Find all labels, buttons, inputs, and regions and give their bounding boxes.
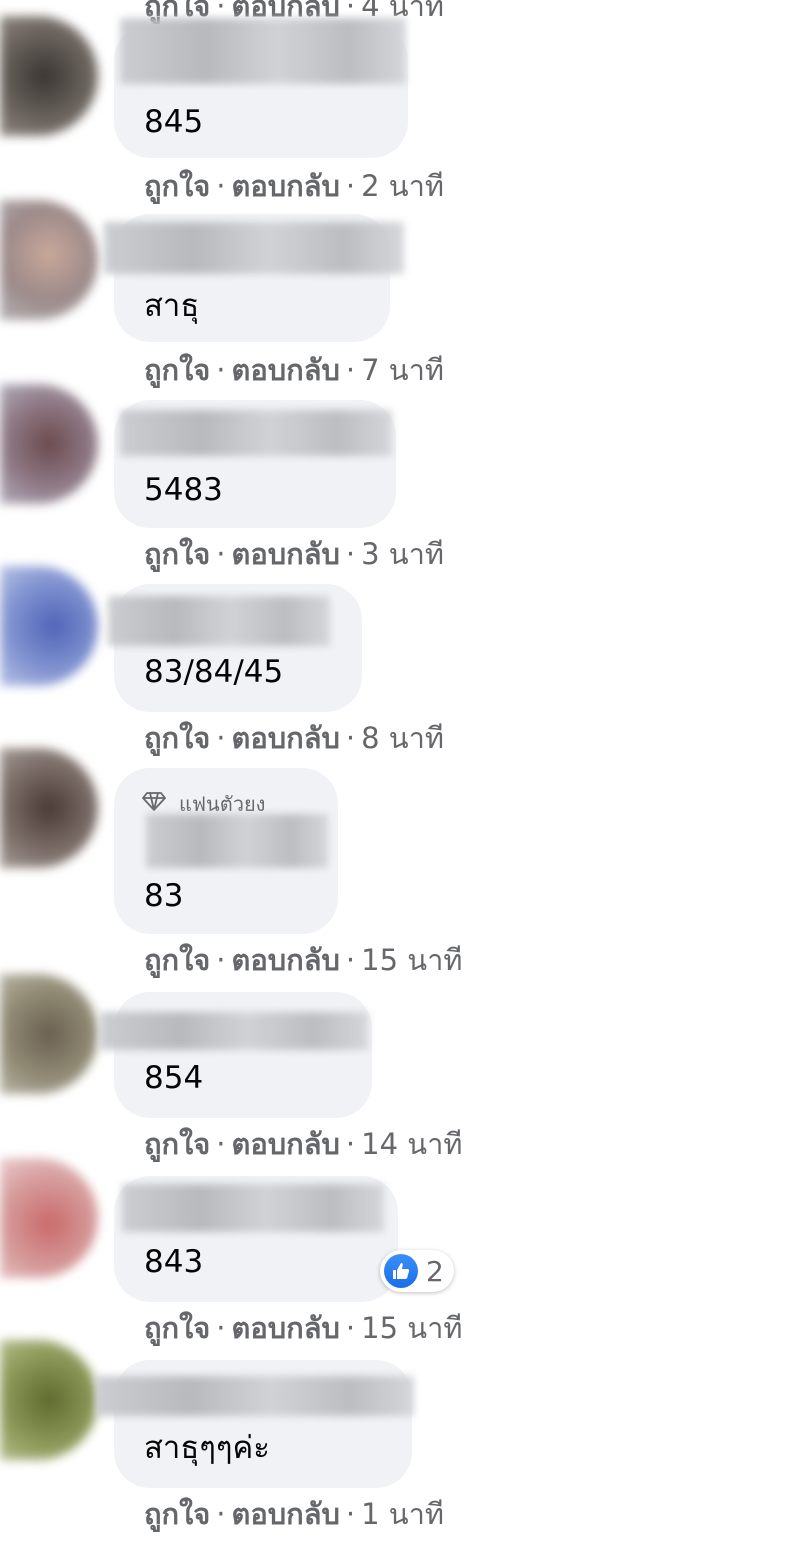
commenter-name[interactable] [122, 1184, 384, 1232]
comment-text: 83 [144, 878, 184, 914]
avatar[interactable] [0, 384, 98, 504]
comment-actions: ถูกใจ · ตอบกลับ · 15 นาที [144, 943, 463, 977]
timestamp[interactable]: 15 นาที [361, 1311, 462, 1345]
like-button[interactable]: ถูกใจ [144, 537, 210, 571]
comment-actions: ถูกใจ · ตอบกลับ · 3 นาที [144, 537, 445, 571]
comment-actions: ถูกใจ · ตอบกลับ · 1 นาที [144, 1497, 445, 1531]
reply-button[interactable]: ตอบกลับ [232, 169, 340, 203]
avatar[interactable] [0, 974, 98, 1094]
badge-label: แฟนตัวยง [179, 792, 266, 816]
like-button[interactable]: ถูกใจ [144, 353, 210, 387]
avatar[interactable] [0, 1158, 98, 1278]
commenter-name[interactable] [108, 596, 330, 646]
reply-button[interactable]: ตอบกลับ [232, 1311, 340, 1345]
like-button[interactable]: ถูกใจ [144, 1497, 210, 1531]
comment-actions: ถูกใจ · ตอบกลับ · 7 นาที [144, 353, 445, 387]
avatar[interactable] [0, 16, 98, 136]
reply-button[interactable]: ตอบกลับ [232, 1127, 340, 1161]
reaction-summary[interactable]: 2 [380, 1250, 454, 1292]
avatar[interactable] [0, 200, 98, 320]
comment-text: สาธุ [144, 288, 200, 324]
reply-button[interactable]: ตอบกลับ [232, 721, 340, 755]
comment-actions: ถูกใจ · ตอบกลับ · 8 นาที [144, 721, 445, 755]
reply-button[interactable]: ตอบกลับ [232, 353, 340, 387]
comment-text: 843 [144, 1244, 204, 1280]
like-button[interactable]: ถูกใจ [144, 1311, 210, 1345]
avatar[interactable] [0, 1340, 98, 1460]
reply-button[interactable]: ตอบกลับ [232, 537, 340, 571]
timestamp[interactable]: 14 นาที [361, 1127, 462, 1161]
comment-bubble: 5483 [114, 400, 396, 528]
avatar[interactable] [0, 566, 98, 686]
timestamp[interactable]: 8 นาที [361, 721, 444, 755]
commenter-name[interactable] [96, 1376, 414, 1416]
timestamp[interactable]: 3 นาที [361, 537, 444, 571]
comment-bubble: สาธุ [104, 214, 404, 342]
like-button[interactable]: ถูกใจ [144, 943, 210, 977]
commenter-name[interactable] [120, 18, 406, 84]
comment-bubble: 843 [114, 1176, 398, 1302]
commenter-name[interactable] [146, 814, 328, 868]
like-button[interactable]: ถูกใจ [144, 169, 210, 203]
commenter-name[interactable] [100, 1012, 368, 1050]
timestamp[interactable]: 15 นาที [361, 943, 462, 977]
commenter-name[interactable] [120, 410, 392, 456]
timestamp[interactable]: 7 นาที [361, 353, 444, 387]
like-button[interactable]: ถูกใจ [144, 721, 210, 755]
avatar[interactable] [0, 748, 98, 868]
comment-text: 854 [144, 1060, 204, 1096]
comment-text: สาธุๆๆค่ะ [144, 1430, 270, 1466]
timestamp[interactable]: 1 นาที [361, 1497, 444, 1531]
thumbs-up-icon [384, 1254, 418, 1288]
reply-button[interactable]: ตอบกลับ [232, 943, 340, 977]
comment-bubble: สาธุๆๆค่ะ [96, 1360, 414, 1488]
comment-bubble: 83/84/45 [108, 584, 362, 712]
comment-bubble: แฟนตัวยง 83 [114, 768, 338, 934]
comment-bubble: 845 [114, 18, 408, 158]
reaction-count: 2 [426, 1254, 444, 1288]
timestamp[interactable]: 2 นาที [361, 169, 444, 203]
comment-text: 83/84/45 [144, 654, 284, 690]
comment-actions: ถูกใจ · ตอบกลับ · 14 นาที [144, 1127, 463, 1161]
comment-text: 5483 [144, 472, 223, 508]
like-button[interactable]: ถูกใจ [144, 1127, 210, 1161]
commenter-name[interactable] [104, 222, 404, 274]
comment-bubble: 854 [100, 992, 372, 1118]
comment-text: 845 [144, 104, 204, 140]
reply-button[interactable]: ตอบกลับ [232, 1497, 340, 1531]
comment-actions: ถูกใจ · ตอบกลับ · 15 นาที [144, 1311, 463, 1345]
comment-actions: ถูกใจ · ตอบกลับ · 2 นาที [144, 169, 445, 203]
